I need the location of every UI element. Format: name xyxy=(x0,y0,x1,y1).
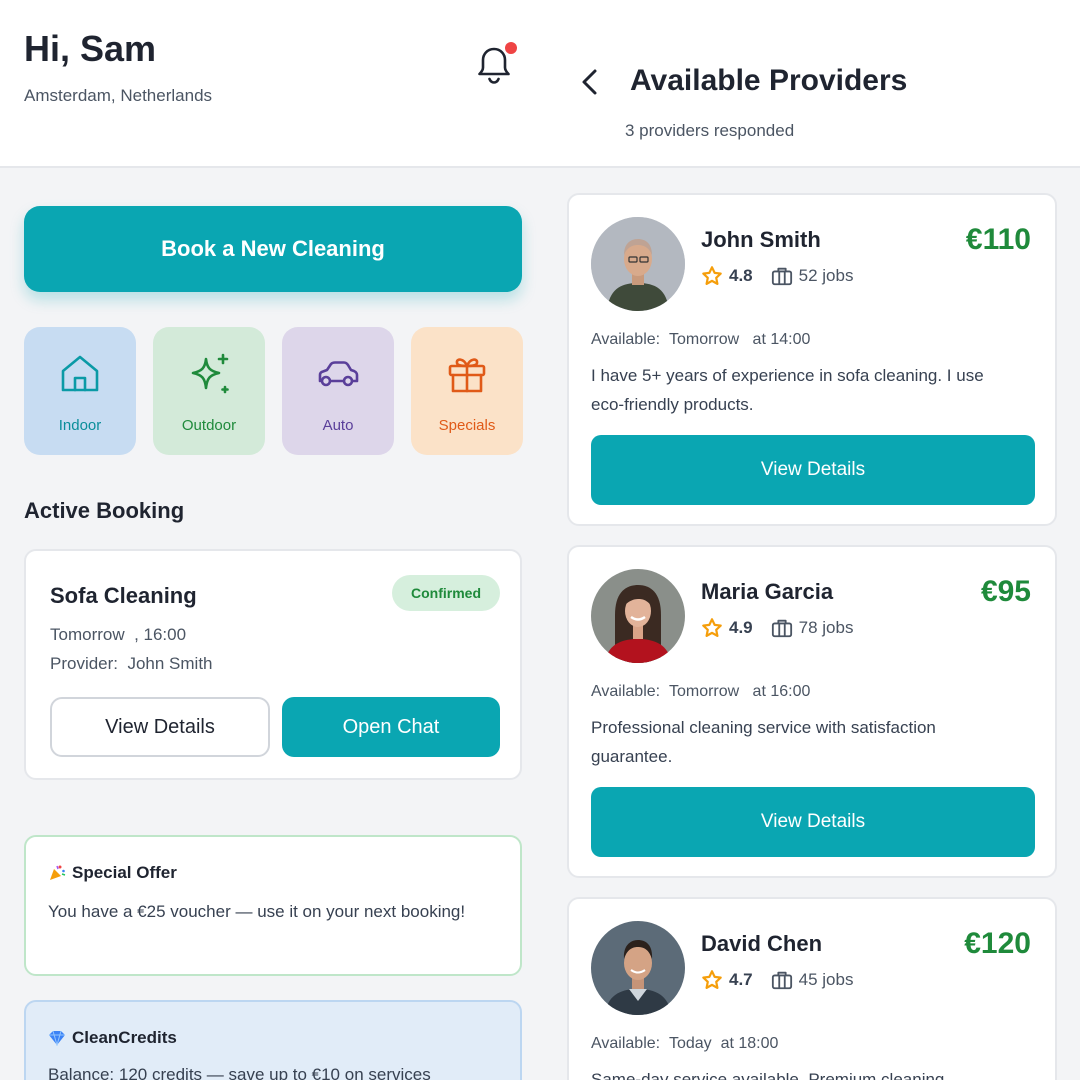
provider-rating: 4.9 xyxy=(729,618,753,637)
special-offer-card[interactable]: Special Offer You have a €25 voucher — u… xyxy=(24,835,522,976)
view-details-button[interactable]: View Details xyxy=(591,435,1035,505)
avatar xyxy=(591,569,685,663)
back-arrow-icon[interactable] xyxy=(574,62,606,102)
view-details-button[interactable]: View Details xyxy=(50,697,270,757)
booking-time: Tomorrow , 16:00 xyxy=(50,625,187,644)
providers-subtitle: 3 providers responded xyxy=(625,121,795,140)
location-label: Amsterdam, Netherlands xyxy=(24,86,213,105)
briefcase-icon xyxy=(771,619,792,638)
provider-card: David Chen €120 4.7 45 jobs Available: T… xyxy=(567,897,1057,1080)
provider-availability: Available: Today at 18:00 xyxy=(591,1035,779,1052)
special-offer-header: Special Offer xyxy=(48,863,177,883)
header: Hi, Sam Amsterdam, Netherlands Available… xyxy=(0,0,1080,168)
provider-description: Professional cleaning service with satis… xyxy=(591,718,936,766)
category-indoor[interactable]: Indoor xyxy=(24,327,136,455)
open-chat-button[interactable]: Open Chat xyxy=(282,697,500,757)
provider-jobs: 78 jobs xyxy=(798,618,854,637)
special-offer-body: You have a €25 voucher — use it on your … xyxy=(48,902,466,921)
gem-icon xyxy=(49,1030,65,1046)
provider-jobs: 52 jobs xyxy=(798,266,854,285)
provider-rating: 4.7 xyxy=(729,970,753,989)
provider-description: I have 5+ years of experience in sofa cl… xyxy=(591,366,984,414)
briefcase-icon xyxy=(771,971,792,990)
providers-title: Available Providers xyxy=(630,64,908,97)
provider-availability: Available: Tomorrow at 14:00 xyxy=(591,331,811,348)
special-offer-title: Special Offer xyxy=(72,863,177,882)
category-label: Outdoor xyxy=(181,417,237,434)
provider-name: David Chen xyxy=(701,931,823,956)
provider-name: John Smith xyxy=(701,227,821,252)
briefcase-icon xyxy=(771,267,792,286)
provider-price: €120 xyxy=(964,927,1031,960)
category-auto[interactable]: Auto xyxy=(282,327,394,455)
provider-jobs: 45 jobs xyxy=(798,970,854,989)
provider-stats: 4.7 45 jobs xyxy=(701,969,853,991)
provider-stats: 4.8 52 jobs xyxy=(701,265,853,287)
provider-stats: 4.9 78 jobs xyxy=(701,617,853,639)
notification-dot xyxy=(505,42,517,54)
greeting-title: Hi, Sam xyxy=(24,28,157,69)
book-new-cleaning-button[interactable]: Book a New Cleaning xyxy=(24,206,522,292)
clean-credits-title: CleanCredits xyxy=(72,1028,177,1047)
status-badge: Confirmed xyxy=(392,575,500,611)
category-label: Auto xyxy=(322,417,354,434)
sparkles-icon xyxy=(191,353,229,394)
category-label: Indoor xyxy=(58,417,102,434)
category-label: Specials xyxy=(438,417,496,434)
booking-provider: Provider: John Smith xyxy=(50,654,213,673)
provider-price: €110 xyxy=(965,223,1031,256)
provider-description: Same-day service available. Premium clea… xyxy=(591,1070,945,1080)
active-booking-heading: Active Booking xyxy=(24,498,185,523)
provider-name: Maria Garcia xyxy=(701,579,834,604)
house-icon xyxy=(61,355,99,392)
avatar xyxy=(591,921,685,1015)
clean-credits-body: Balance: 120 credits — save up to €10 on… xyxy=(48,1065,431,1080)
clean-credits-header: CleanCredits xyxy=(48,1028,177,1048)
provider-rating: 4.8 xyxy=(729,266,753,285)
booking-title: Sofa Cleaning xyxy=(50,583,197,608)
category-outdoor[interactable]: Outdoor xyxy=(153,327,265,455)
car-icon xyxy=(318,361,359,387)
provider-price: €95 xyxy=(980,575,1031,608)
provider-availability: Available: Tomorrow at 16:00 xyxy=(591,683,811,700)
party-popper-icon xyxy=(50,865,66,880)
provider-card: John Smith €110 4.8 52 jobs Available: T… xyxy=(567,193,1057,526)
gift-icon xyxy=(448,358,486,393)
category-specials[interactable]: Specials xyxy=(411,327,523,455)
clean-credits-card[interactable]: CleanCredits Balance: 120 credits — save… xyxy=(24,1000,522,1080)
view-details-button[interactable]: View Details xyxy=(591,787,1035,857)
provider-card: Maria Garcia €95 4.9 78 jobs Available: … xyxy=(567,545,1057,878)
star-icon xyxy=(702,266,722,285)
avatar xyxy=(591,217,685,311)
star-icon xyxy=(702,618,722,637)
active-booking-card: Sofa Cleaning Confirmed Tomorrow , 16:00… xyxy=(24,549,522,780)
star-icon xyxy=(702,970,722,989)
